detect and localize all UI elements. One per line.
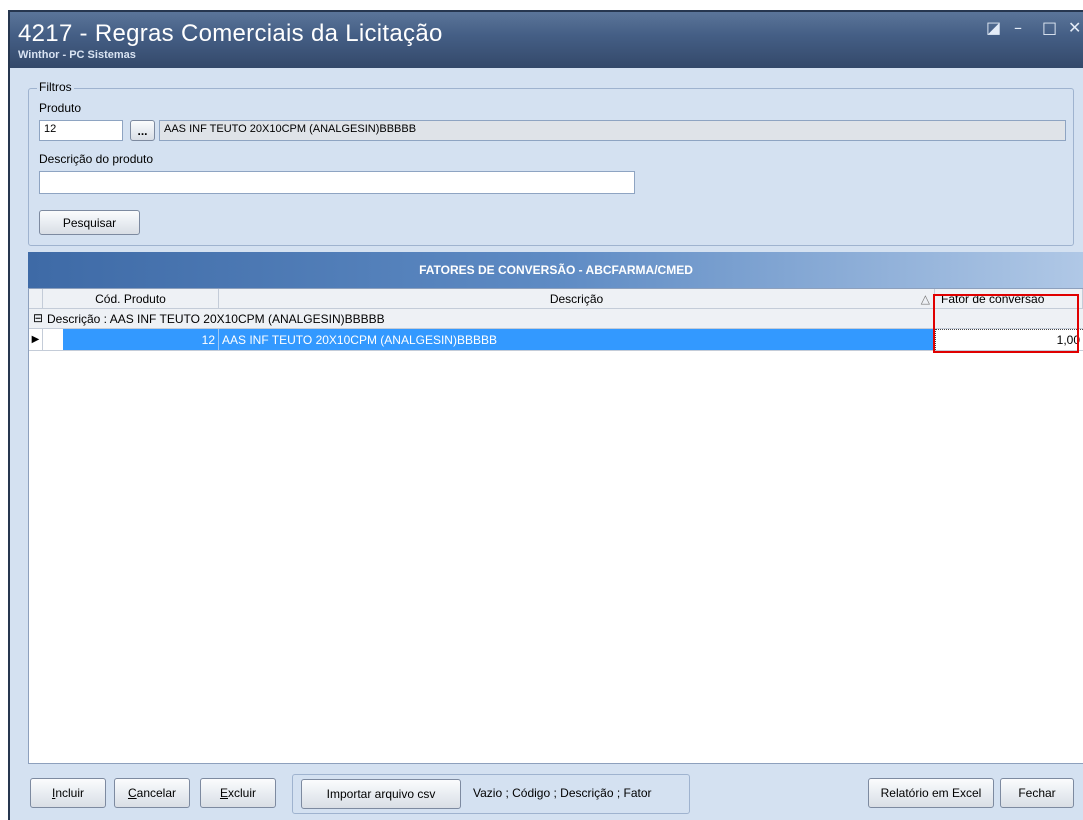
window-subtitle: Winthor - PC Sistemas [18,49,136,61]
group-row[interactable]: ⊟ Descrição : AAS INF TEUTO 20X10CPM (AN… [29,309,1083,329]
fechar-button[interactable]: Fechar [1000,778,1074,808]
cell-cod-produto[interactable]: 12 [63,329,219,350]
sort-ascending-icon: △ [920,291,930,306]
incluir-label: ncluir [55,786,85,800]
cancelar-accel: C [127,786,137,800]
collapse-group-icon[interactable]: ⊟ [33,311,43,325]
window-title: 4217 - Regras Comerciais da Licitação [18,20,443,47]
bottom-toolbar: Incluir Cancelar Excluir Importar arquiv… [10,768,1083,820]
excel-report-button[interactable]: Relatório em Excel [868,778,994,808]
table-row[interactable]: ▶ 12 AAS INF TEUTO 20X10CPM (ANALGESIN)B… [29,329,1083,351]
cancelar-label: ancelar [136,786,177,800]
incluir-button[interactable]: Incluir [30,778,106,808]
excluir-button[interactable]: Excluir [200,778,276,808]
maximize-icon[interactable]: □ [1042,20,1057,36]
group-label: Descrição : AAS INF TEUTO 20X10CPM (ANAL… [47,312,385,326]
excluir-accel: E [219,786,228,800]
conversion-grid[interactable]: Cód. Produto Descrição △ Fator de conver… [28,288,1083,764]
descricao-input[interactable] [39,171,635,194]
restore-icon[interactable]: ◪ [986,20,1001,36]
import-csv-button[interactable]: Importar arquivo csv [301,779,461,809]
column-header-descricao[interactable]: Descrição △ [219,289,935,309]
produto-code-input[interactable]: 12 [39,120,123,141]
filters-group: Filtros Produto 12 ... AAS INF TEUTO 20X… [28,80,1074,246]
cell-descricao[interactable]: AAS INF TEUTO 20X10CPM (ANALGESIN)BBBBB [219,329,935,350]
highlight-fator-column [933,294,1079,353]
row-pointer-icon: ▶ [29,329,43,350]
title-bar[interactable]: 4217 - Regras Comerciais da Licitação Wi… [10,12,1083,68]
csv-format-hint: Vazio ; Código ; Descrição ; Fator [473,786,652,800]
descricao-label: Descrição do produto [39,152,154,166]
column-header-descricao-label: Descrição [549,291,604,306]
close-icon[interactable]: ✕ [1068,20,1081,36]
minimize-icon[interactable]: – [1014,20,1022,36]
grid-title-band: FATORES DE CONVERSÃO - ABCFARMA/CMED [28,252,1083,288]
main-window: 4217 - Regras Comerciais da Licitação Wi… [8,10,1083,820]
search-button[interactable]: Pesquisar [39,210,140,235]
cancelar-button[interactable]: Cancelar [114,778,190,808]
produto-lookup-button[interactable]: ... [130,120,155,141]
produto-label: Produto [39,101,82,115]
csv-import-group: Importar arquivo csv Vazio ; Código ; De… [292,774,690,814]
produto-name-field: AAS INF TEUTO 20X10CPM (ANALGESIN)BBBBB [159,120,1066,141]
filters-legend: Filtros [37,80,74,94]
excluir-label: xcluir [228,786,257,800]
column-header-cod-produto[interactable]: Cód. Produto [43,289,219,309]
row-indicator-header [29,289,43,309]
